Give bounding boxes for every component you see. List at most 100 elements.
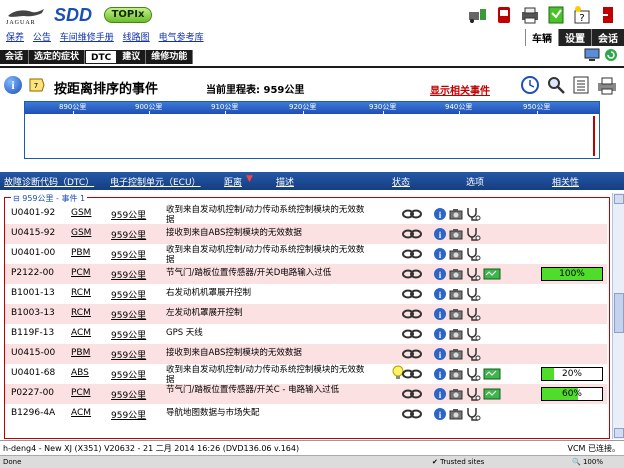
- info-icon[interactable]: i: [433, 307, 447, 324]
- show-related-events-link[interactable]: 显示相关事件: [430, 82, 490, 97]
- scroll-down-button[interactable]: [614, 428, 624, 438]
- table-row[interactable]: U0401-68 ABS 959公里 收到来自发动机控制/动力传动系统控制模块的无效数…: [5, 364, 607, 385]
- col-status[interactable]: 状态: [392, 175, 410, 188]
- subtab-symptoms[interactable]: 选定的症状: [29, 50, 86, 64]
- table-row[interactable]: U0401-00 PBM 959公里 收到来自发动机控制/动力传动系统控制模块的无效数…: [5, 244, 607, 265]
- col-relevance[interactable]: 相关性: [552, 175, 579, 188]
- distance-link[interactable]: 959公里: [111, 208, 146, 221]
- stethoscope-icon[interactable]: [465, 286, 481, 305]
- distance-link[interactable]: 959公里: [111, 268, 146, 281]
- exit-icon[interactable]: [598, 4, 618, 26]
- test-report-icon[interactable]: [483, 387, 501, 404]
- table-row[interactable]: B1296-4A ACM 959公里 导航地图数据与市场失配 i: [5, 404, 607, 424]
- camera-icon[interactable]: [449, 327, 463, 344]
- camera-icon[interactable]: [449, 407, 463, 424]
- col-dtc[interactable]: 故障诊断代码（DTC）: [4, 175, 94, 188]
- info-icon[interactable]: i: [4, 76, 22, 94]
- stethoscope-icon[interactable]: [465, 406, 481, 425]
- search-icon[interactable]: [546, 75, 566, 95]
- distance-link[interactable]: 959公里: [111, 308, 146, 321]
- table-row[interactable]: B1001-13 RCM 959公里 右发动机机罩展开控制 i: [5, 284, 607, 304]
- distance-link[interactable]: 959公里: [111, 228, 146, 241]
- stethoscope-icon[interactable]: [465, 366, 481, 385]
- distance-link[interactable]: 959公里: [111, 368, 146, 381]
- table-row[interactable]: B1003-13 RCM 959公里 左发动机罩展开控制 i: [5, 304, 607, 324]
- distance-timeline[interactable]: 890公里 900公里 910公里 920公里 930公里 940公里 950公…: [24, 101, 600, 159]
- camera-icon[interactable]: [449, 287, 463, 304]
- subtab-dtc[interactable]: DTC: [85, 50, 118, 64]
- ecu-link[interactable]: ACM: [71, 328, 91, 338]
- ecu-link[interactable]: PCM: [71, 268, 90, 278]
- clock-icon[interactable]: [520, 75, 540, 95]
- ecu-link[interactable]: RCM: [71, 308, 91, 318]
- stethoscope-icon[interactable]: [465, 266, 481, 285]
- scroll-up-button[interactable]: [614, 194, 624, 204]
- distance-link[interactable]: 959公里: [111, 348, 146, 361]
- ecu-link[interactable]: PCM: [71, 388, 90, 398]
- tab-session[interactable]: 会话: [591, 29, 624, 46]
- info-icon[interactable]: i: [433, 287, 447, 304]
- test-report-icon[interactable]: [483, 267, 501, 284]
- camera-icon[interactable]: [449, 367, 463, 384]
- table-row[interactable]: P2122-00 PCM 959公里 节气门/踏板位置传感器/开关D电路输入过低 i 10…: [5, 264, 607, 284]
- zoom-level[interactable]: 🔍 100%: [572, 458, 603, 466]
- info-icon[interactable]: i: [433, 367, 447, 384]
- col-description[interactable]: 描述: [276, 175, 294, 188]
- camera-icon[interactable]: [449, 387, 463, 404]
- table-row[interactable]: U0415-92 GSM 959公里 接收到来自ABS控制模块的无效数据 i: [5, 224, 607, 244]
- printer-icon[interactable]: [520, 4, 540, 26]
- events-scrollbar[interactable]: [612, 193, 624, 439]
- scroll-thumb[interactable]: [614, 293, 624, 333]
- stethoscope-icon[interactable]: [465, 346, 481, 365]
- info-icon[interactable]: i: [433, 387, 447, 404]
- event-group-title[interactable]: ⊟ 959公里 - 事件 1: [11, 193, 88, 204]
- stethoscope-icon[interactable]: [465, 386, 481, 405]
- refresh-icon[interactable]: [604, 48, 618, 62]
- nav-maintenance[interactable]: 保养: [6, 33, 24, 43]
- tab-settings[interactable]: 设置: [558, 29, 591, 46]
- info-icon[interactable]: i: [433, 347, 447, 364]
- stethoscope-icon[interactable]: [465, 226, 481, 245]
- camera-icon[interactable]: [449, 227, 463, 244]
- info-icon[interactable]: i: [433, 407, 447, 424]
- nav-electrical-library[interactable]: 电气参考库: [159, 33, 204, 43]
- info-icon[interactable]: i: [433, 327, 447, 344]
- stethoscope-icon[interactable]: [465, 246, 481, 265]
- ecu-link[interactable]: PBM: [71, 348, 90, 358]
- table-row[interactable]: P0227-00 PCM 959公里 节气门/踏板位置传感器/开关C - 电路输入过低…: [5, 384, 607, 404]
- ecu-link[interactable]: PBM: [71, 248, 90, 258]
- subtab-service-functions[interactable]: 维修功能: [146, 50, 194, 64]
- nav-bulletins[interactable]: 公告: [33, 33, 51, 43]
- list-icon[interactable]: [572, 75, 590, 95]
- distance-link[interactable]: 959公里: [111, 388, 146, 401]
- test-report-icon[interactable]: [483, 367, 501, 384]
- help-icon[interactable]: ?: [572, 4, 592, 26]
- tab-vehicle[interactable]: 车辆: [525, 29, 558, 46]
- ecu-link[interactable]: GSM: [71, 228, 91, 238]
- vehicle-connect-icon[interactable]: [468, 4, 488, 26]
- ecu-link[interactable]: ACM: [71, 408, 91, 418]
- camera-icon[interactable]: [449, 267, 463, 284]
- device-red-icon[interactable]: [494, 4, 514, 26]
- notes-green-icon[interactable]: [546, 4, 566, 26]
- subtab-recommendations[interactable]: 建议: [117, 50, 147, 64]
- distance-link[interactable]: 959公里: [111, 408, 146, 421]
- table-row[interactable]: U0401-92 GSM 959公里 收到来自发动机控制/动力传动系统控制模块的无效数…: [5, 204, 607, 225]
- topix-button[interactable]: TOPIx: [104, 7, 152, 23]
- camera-icon[interactable]: [449, 307, 463, 324]
- stethoscope-icon[interactable]: [465, 326, 481, 345]
- stethoscope-icon[interactable]: [465, 206, 481, 225]
- monitor-icon[interactable]: [584, 48, 600, 62]
- ecu-link[interactable]: RCM: [71, 288, 91, 298]
- distance-link[interactable]: 959公里: [111, 288, 146, 301]
- camera-icon[interactable]: [449, 207, 463, 224]
- print-icon[interactable]: [596, 75, 618, 95]
- camera-icon[interactable]: [449, 347, 463, 364]
- stethoscope-icon[interactable]: [465, 306, 481, 325]
- table-row[interactable]: U0415-00 PBM 959公里 接收到来自ABS控制模块的无效数据 i: [5, 344, 607, 364]
- col-distance[interactable]: 距离: [224, 175, 242, 188]
- subtab-session[interactable]: 会话: [0, 50, 30, 64]
- ecu-link[interactable]: GSM: [71, 208, 91, 218]
- table-row[interactable]: B119F-13 ACM 959公里 GPS 天线 i: [5, 324, 607, 344]
- nav-workshop-manual[interactable]: 车间维修手册: [60, 33, 114, 43]
